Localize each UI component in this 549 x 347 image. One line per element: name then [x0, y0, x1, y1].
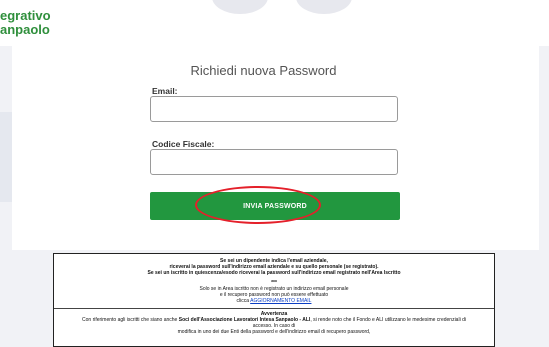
brand-line-1: egrativo — [0, 8, 51, 23]
warning-text: Con riferimento agli iscritti che siano … — [82, 317, 178, 323]
page-title: Richiedi nuova Password — [190, 63, 337, 78]
divider — [54, 308, 494, 309]
warning-text: , si rende noto che il Fondo e ALI utili… — [310, 317, 466, 323]
notice-line: clicca AGGIORNAMENTO EMAIL — [54, 298, 494, 304]
highlight-annotation — [195, 186, 321, 224]
notice-line: Se sei un iscritto in quiescenza/esodo r… — [147, 270, 401, 276]
codice-fiscale-field[interactable] — [150, 149, 398, 175]
brand-line-2: anpaolo — [0, 22, 50, 37]
top-header: egrativo anpaolo — [0, 0, 549, 46]
email-field[interactable] — [150, 96, 398, 122]
brand-logo-text[interactable]: egrativo anpaolo — [0, 9, 51, 37]
codice-fiscale-label: Codice Fiscale: — [152, 139, 215, 149]
header-tab-shape — [296, 0, 352, 14]
info-notice-box: Se sei un dipendente indica l'email azie… — [53, 253, 495, 347]
update-email-link[interactable]: AGGIORNAMENTO EMAIL — [250, 298, 311, 304]
notice-link-prefix: clicca — [236, 298, 250, 304]
email-label: Email: — [152, 86, 178, 96]
header-tab-shape — [212, 0, 268, 14]
warning-line: modifica in uno dei due Enti della passw… — [177, 329, 371, 335]
